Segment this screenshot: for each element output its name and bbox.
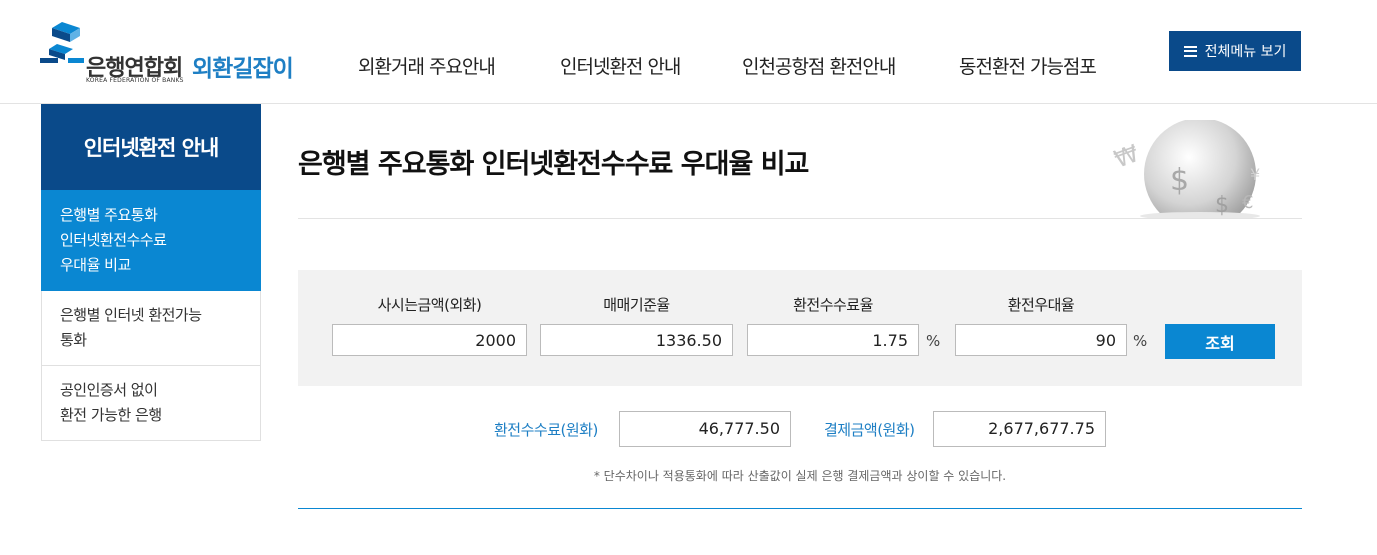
sidebar-item-label-line: 통화 [60,331,87,349]
logo-sub-text: 외환길잡이 [192,56,294,82]
sidebar-item-fee-comparison[interactable]: 은행별 주요통화 인터넷환전수수료 우대율 비교 [41,190,261,291]
nav-item-internet-exchange[interactable]: 인터넷환전 안내 [560,52,681,79]
sidebar-item-label-line: 공인인증서 없이 [60,381,158,399]
fee-rate-input[interactable] [747,324,919,356]
fee-rate-label: 환전수수료율 [793,296,873,314]
amount-input[interactable] [332,324,527,356]
sidebar-item-label-line: 은행별 주요통화 [60,206,158,224]
nav-item-incheon-airport[interactable]: 인천공항점 환전안내 [742,52,896,79]
bottom-divider [298,508,1302,509]
sidebar-title: 인터넷환전 안내 [41,104,261,190]
logo-en-text: KOREA FEDERATION OF BANKS [86,77,184,84]
hamburger-icon [1183,45,1197,57]
base-rate-input[interactable] [540,324,733,356]
logo-mark-icon [40,22,84,63]
fee-rate-unit: % [926,332,941,350]
fee-result-value: 46,777.50 [619,411,791,447]
query-button[interactable]: 조회 [1165,324,1275,359]
full-menu-label: 전체메뉴 보기 [1204,44,1287,60]
full-menu-button[interactable]: 전체메뉴 보기 [1169,31,1301,71]
sidebar-item-label-line: 은행별 인터넷 환전가능 [60,306,202,324]
nav-item-fx-guide[interactable]: 외환거래 주요안내 [358,52,496,79]
title-divider [298,218,1302,219]
sidebar: 인터넷환전 안내 은행별 주요통화 인터넷환전수수료 우대율 비교 은행별 인터… [41,104,261,441]
site-logo[interactable]: 은행연합회 KOREA FEDERATION OF BANKS 외환길잡이 [40,20,310,90]
header: 은행연합회 KOREA FEDERATION OF BANKS 외환길잡이 외환… [0,0,1377,104]
total-result-value: 2,677,677.75 [933,411,1106,447]
disclaimer-note: * 단수차이나 적용통화에 따라 산출값이 실제 은행 결제금액과 상이할 수 … [593,469,1007,483]
discount-rate-input[interactable] [955,324,1127,356]
sidebar-item-available-currency[interactable]: 은행별 인터넷 환전가능 통화 [41,291,261,366]
exchange-calculator: 사시는금액(외화) 매매기준율 환전수수료율 환전우대율 % % 조회 [298,270,1302,386]
globe-currency-icon: ₩ $ $ € ¥ [1110,120,1260,218]
svg-text:$: $ [1170,163,1189,198]
sidebar-item-label-line: 우대율 비교 [60,256,131,274]
discount-rate-unit: % [1133,332,1148,350]
sidebar-item-label-line: 환전 가능한 은행 [60,406,162,424]
total-result-label: 결제금액(원화) [824,421,915,439]
svg-text:¥: ¥ [1250,165,1260,184]
amount-label: 사시는금액(외화) [377,296,482,314]
sidebar-item-label-line: 인터넷환전수수료 [60,231,167,249]
nav-item-coin-exchange[interactable]: 동전환전 가능점포 [959,52,1097,79]
fee-result-label: 환전수수료(원화) [494,421,598,439]
sidebar-item-no-certificate[interactable]: 공인인증서 없이 환전 가능한 은행 [41,366,261,441]
base-rate-label: 매매기준율 [603,296,670,314]
svg-text:₩: ₩ [1110,139,1142,174]
svg-text:€: € [1242,192,1253,213]
page-title: 은행별 주요통화 인터넷환전수수료 우대율 비교 [298,149,809,180]
discount-rate-label: 환전우대율 [1007,296,1075,314]
svg-text:$: $ [1215,193,1229,218]
